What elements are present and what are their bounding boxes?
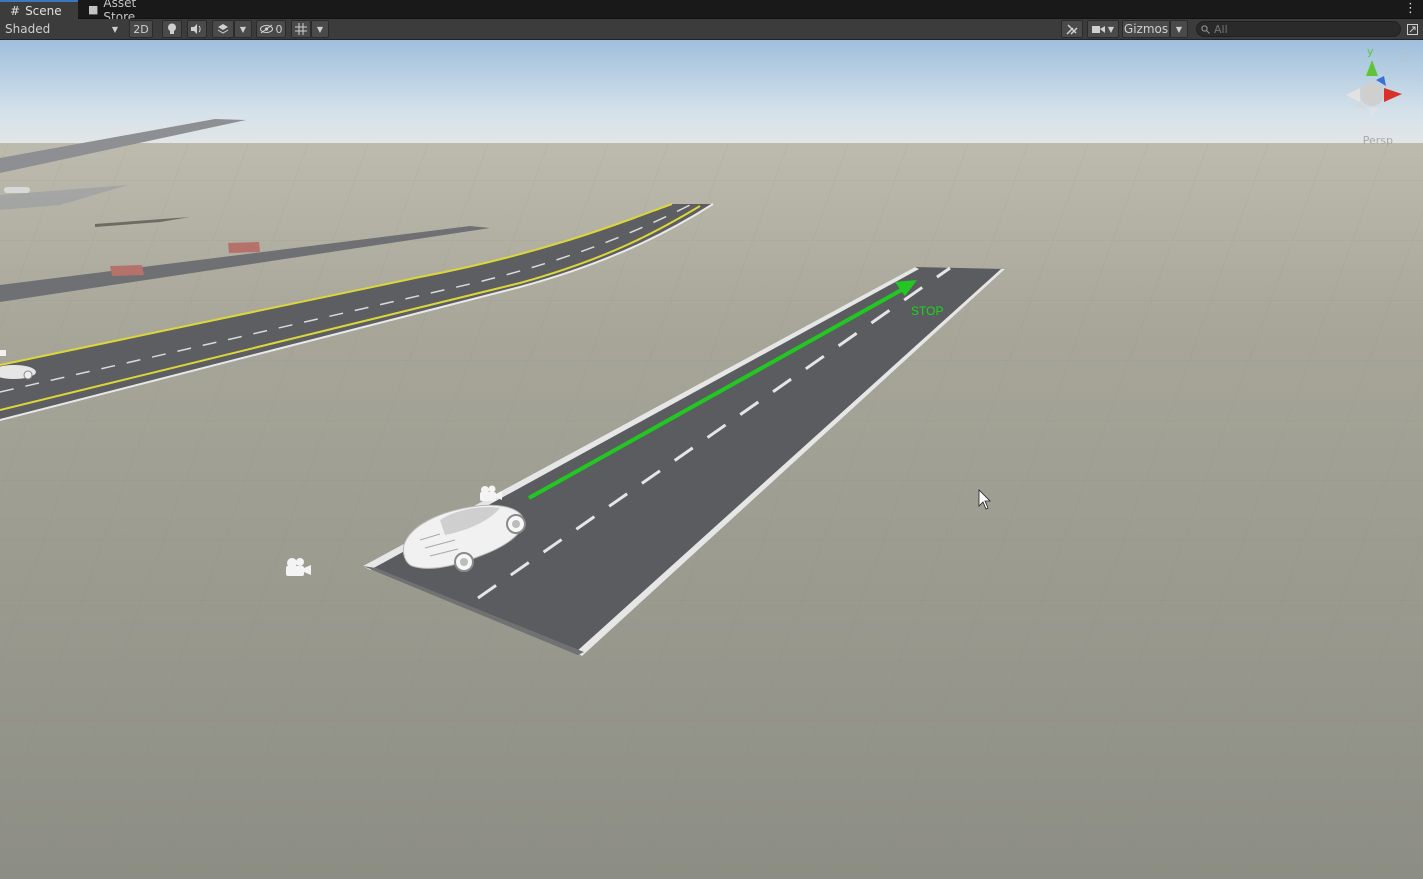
grid-icon: [295, 23, 307, 35]
camera-icon: [1091, 25, 1105, 33]
scene-visibility-toggle[interactable]: 0: [256, 20, 286, 38]
effects-dropdown[interactable]: ▼: [234, 20, 252, 38]
maximize-button[interactable]: [1403, 20, 1421, 38]
camera-settings-button[interactable]: ▼: [1087, 20, 1119, 38]
speaker-icon: [191, 24, 201, 34]
projection-label[interactable]: Persp: [1363, 134, 1393, 147]
eye-hidden-icon: [259, 24, 273, 34]
chevron-down-icon: ▼: [1107, 24, 1115, 34]
sky: [0, 40, 1423, 146]
barrier-block: [110, 265, 144, 276]
tab-scene[interactable]: # Scene: [0, 0, 78, 19]
hidden-count: 0: [275, 22, 283, 36]
maximize-icon: [1406, 23, 1418, 35]
audio-toggle[interactable]: [187, 20, 207, 38]
light-bulb-icon: [168, 23, 176, 34]
gizmos-button[interactable]: Gizmos: [1122, 20, 1170, 38]
tools-button[interactable]: [1061, 20, 1083, 38]
search-input[interactable]: [1210, 22, 1380, 36]
tab-bar: # Scene ■ Asset Store ⋮: [0, 0, 1423, 24]
barrier-block-2: [228, 242, 260, 253]
axis-y-label: y: [1367, 45, 1374, 58]
tab-asset-store[interactable]: ■ Asset Store: [78, 0, 178, 24]
effects-toggle[interactable]: [212, 20, 234, 38]
more-menu-icon[interactable]: ⋮: [1404, 1, 1417, 17]
bag-icon: ■: [88, 3, 99, 16]
gizmos-label: Gizmos: [1123, 22, 1169, 36]
mode-2d-button[interactable]: 2D: [129, 20, 153, 38]
scene-viewport[interactable]: y Persp STOP: [0, 40, 1423, 879]
chevron-down-icon: ▼: [239, 24, 247, 34]
wrench-icon: [1066, 24, 1078, 35]
lighting-toggle[interactable]: [162, 20, 182, 38]
tab-scene-label: Scene: [25, 3, 62, 18]
grid-icon: #: [10, 3, 21, 18]
search-icon: [1201, 24, 1210, 34]
chevron-down-icon: ▼: [1175, 24, 1183, 34]
distant-car: [4, 187, 30, 193]
waypoint-stop-label: STOP: [911, 304, 944, 318]
left-camera-gizmo: [0, 350, 6, 356]
scene-toolbar: Shaded ▼ 2D ▼ 0 ▼ ▼ Gizmos ▼: [0, 19, 1423, 40]
chevron-down-icon: ▼: [316, 24, 324, 34]
gizmos-dropdown[interactable]: ▼: [1170, 20, 1188, 38]
hierarchy-search[interactable]: [1196, 21, 1401, 37]
mode-2d-label: 2D: [133, 22, 149, 36]
shading-mode-value: Shaded: [5, 22, 51, 36]
grid-toggle[interactable]: [291, 20, 311, 38]
layers-icon: [217, 24, 229, 34]
chevron-down-icon: ▼: [111, 24, 118, 34]
shading-mode-dropdown[interactable]: Shaded ▼: [1, 20, 122, 38]
grid-dropdown[interactable]: ▼: [311, 20, 329, 38]
